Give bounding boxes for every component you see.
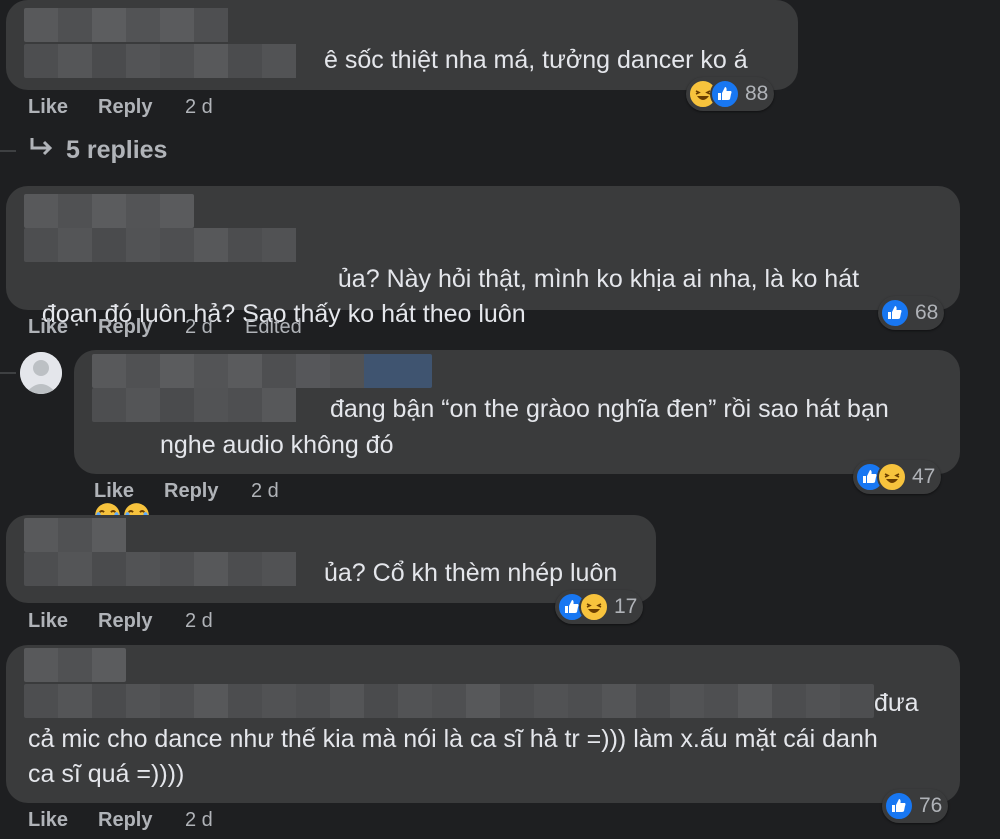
blurred-text bbox=[24, 552, 320, 586]
like-button[interactable]: Like bbox=[28, 610, 68, 633]
comment-text: ê sốc thiệt nha má, tưởng dancer ko á bbox=[324, 46, 748, 74]
like-reaction-icon bbox=[884, 791, 914, 821]
reaction-number: 68 bbox=[915, 301, 939, 324]
replies-count-label: 5 replies bbox=[66, 136, 168, 164]
comment-text-continued: cả mic cho dance như thế kia mà nói là c… bbox=[28, 725, 878, 788]
like-reaction-icon bbox=[880, 298, 910, 328]
avatar[interactable] bbox=[20, 352, 62, 394]
comment-text: đang bận “on the gràoo nghĩa đen” rồi sa… bbox=[330, 395, 889, 423]
haha-reaction-icon bbox=[877, 462, 907, 492]
edited-label: Edited bbox=[245, 316, 302, 338]
thread-line bbox=[0, 372, 16, 374]
reaction-number: 47 bbox=[912, 465, 936, 488]
haha-reaction-icon bbox=[579, 592, 609, 622]
blurred-username bbox=[24, 518, 158, 552]
comment-text: ủa? Cổ kh thèm nhép luôn bbox=[324, 559, 618, 587]
blurred-text bbox=[24, 684, 874, 718]
comment-timestamp[interactable]: 2 d bbox=[185, 610, 213, 633]
comment-timestamp[interactable]: 2 d bbox=[185, 316, 213, 339]
like-reaction-icon bbox=[710, 79, 740, 109]
blurred-username bbox=[24, 8, 260, 42]
reply-arrow-icon bbox=[28, 136, 54, 165]
like-button[interactable]: Like bbox=[28, 96, 68, 119]
view-replies-link[interactable]: 5 replies bbox=[28, 136, 167, 165]
reaction-count[interactable]: 47 bbox=[853, 460, 942, 494]
blurred-username bbox=[24, 648, 126, 682]
laughing-emoji-icon bbox=[123, 432, 150, 528]
blurred-text bbox=[24, 44, 320, 78]
reaction-count[interactable]: 17 bbox=[555, 590, 644, 624]
comment-timestamp[interactable]: 2 d bbox=[185, 809, 213, 832]
comment-line: nghe audio không đó bbox=[160, 431, 394, 459]
reaction-count[interactable]: 68 bbox=[878, 296, 945, 330]
reply-button[interactable]: Reply bbox=[98, 316, 152, 339]
comment-text-continued: nghe audio không đó bbox=[94, 428, 394, 528]
reply-button[interactable]: Reply bbox=[164, 480, 218, 503]
blurred-username bbox=[92, 354, 432, 388]
laughing-emoji-icon bbox=[94, 432, 121, 528]
like-button[interactable]: Like bbox=[28, 809, 68, 832]
reaction-number: 88 bbox=[745, 82, 769, 105]
blurred-text bbox=[24, 228, 320, 262]
reaction-number: 17 bbox=[614, 595, 638, 618]
thread-line bbox=[0, 150, 16, 152]
like-button[interactable]: Like bbox=[28, 316, 68, 339]
comment-timestamp[interactable]: 2 d bbox=[251, 480, 279, 503]
reaction-number: 76 bbox=[919, 794, 943, 817]
like-button[interactable]: Like bbox=[94, 480, 134, 503]
blurred-text bbox=[92, 388, 320, 422]
comment-text: đưa bbox=[874, 689, 919, 717]
reaction-count[interactable]: 76 bbox=[882, 789, 949, 823]
comment-timestamp[interactable]: 2 d bbox=[185, 96, 213, 119]
blurred-username bbox=[24, 194, 194, 228]
reaction-count[interactable]: 88 bbox=[686, 77, 775, 111]
reply-button[interactable]: Reply bbox=[98, 809, 152, 832]
reply-button[interactable]: Reply bbox=[98, 96, 152, 119]
reply-button[interactable]: Reply bbox=[98, 610, 152, 633]
